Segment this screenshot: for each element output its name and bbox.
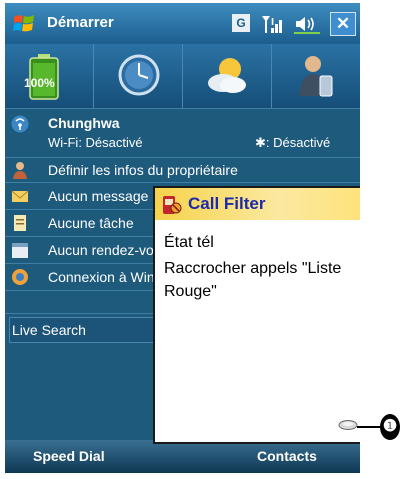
today-icon-row: 100% xyxy=(5,44,360,108)
g-badge-icon[interactable]: G xyxy=(232,14,250,32)
pocketpc-screen: Démarrer G l ✕ 100% Chunghwa Wi-Fi: Désa… xyxy=(5,3,360,473)
speed-dial-softkey[interactable]: Speed Dial xyxy=(33,448,105,464)
contacts-softkey[interactable]: Contacts xyxy=(257,448,317,464)
call-filter-popup: Call Filter État tél Raccrocher appels "… xyxy=(153,186,360,444)
weather-icon xyxy=(208,58,246,93)
task-icon xyxy=(14,215,26,231)
calendar-icon xyxy=(12,243,28,258)
row-appointments-label: Aucun rendez-vous xyxy=(48,242,169,258)
softkey-bar: Speed Dial Contacts xyxy=(5,440,360,473)
person-phone-icon xyxy=(299,56,333,97)
clock-icon xyxy=(118,54,160,96)
owner-name: Chunghwa xyxy=(48,115,120,131)
row-tasks-label: Aucune tâche xyxy=(48,215,134,231)
mail-icon xyxy=(11,190,29,202)
battery-percent: 100% xyxy=(24,76,55,90)
row-owner-info[interactable]: Définir les infos du propriétaire xyxy=(5,157,360,183)
person-icon xyxy=(13,162,27,179)
close-icon: ✕ xyxy=(335,14,351,33)
popup-title: Call Filter xyxy=(188,194,266,213)
volume-icon[interactable] xyxy=(294,14,320,34)
row-messages-label: Aucun message xyxy=(48,188,149,204)
call-filter-logo-icon xyxy=(163,196,182,214)
title-bar: Démarrer G l ✕ xyxy=(5,3,360,44)
windows-start-icon[interactable] xyxy=(11,11,37,37)
callout-marker: ❶ xyxy=(380,414,400,440)
row-owner-info-label: Définir les infos du propriétaire xyxy=(48,162,238,178)
wifi-icon xyxy=(11,115,29,133)
connection-icon xyxy=(12,269,28,285)
bluetooth-icon: ✱ xyxy=(255,135,266,150)
svg-text:l: l xyxy=(271,18,274,28)
weather-tile[interactable] xyxy=(183,44,272,108)
hangup-status-text: Raccrocher appels "Liste Rouge" xyxy=(164,260,342,300)
live-search-box[interactable]: Live Search xyxy=(9,317,157,343)
window-title[interactable]: Démarrer xyxy=(47,14,114,31)
filter-status-icon[interactable] xyxy=(337,419,359,431)
bluetooth-status-text: : Désactivé xyxy=(265,135,331,150)
close-button[interactable]: ✕ xyxy=(330,12,356,36)
clock-tile[interactable] xyxy=(94,44,183,108)
battery-tile[interactable]: 100% xyxy=(5,44,94,108)
owner-info-panel[interactable]: Chunghwa Wi-Fi: Désactivé ✱: Désactivé xyxy=(5,108,360,158)
callout-line xyxy=(357,426,382,428)
signal-icon[interactable]: l xyxy=(260,13,286,35)
bluetooth-status[interactable]: ✱: Désactivé xyxy=(255,135,330,151)
contact-tile[interactable] xyxy=(272,44,360,108)
popup-title-bar: Call Filter xyxy=(155,188,360,220)
phone-state-label: État tél xyxy=(164,234,214,251)
wifi-status[interactable]: Wi-Fi: Désactivé xyxy=(48,135,143,150)
